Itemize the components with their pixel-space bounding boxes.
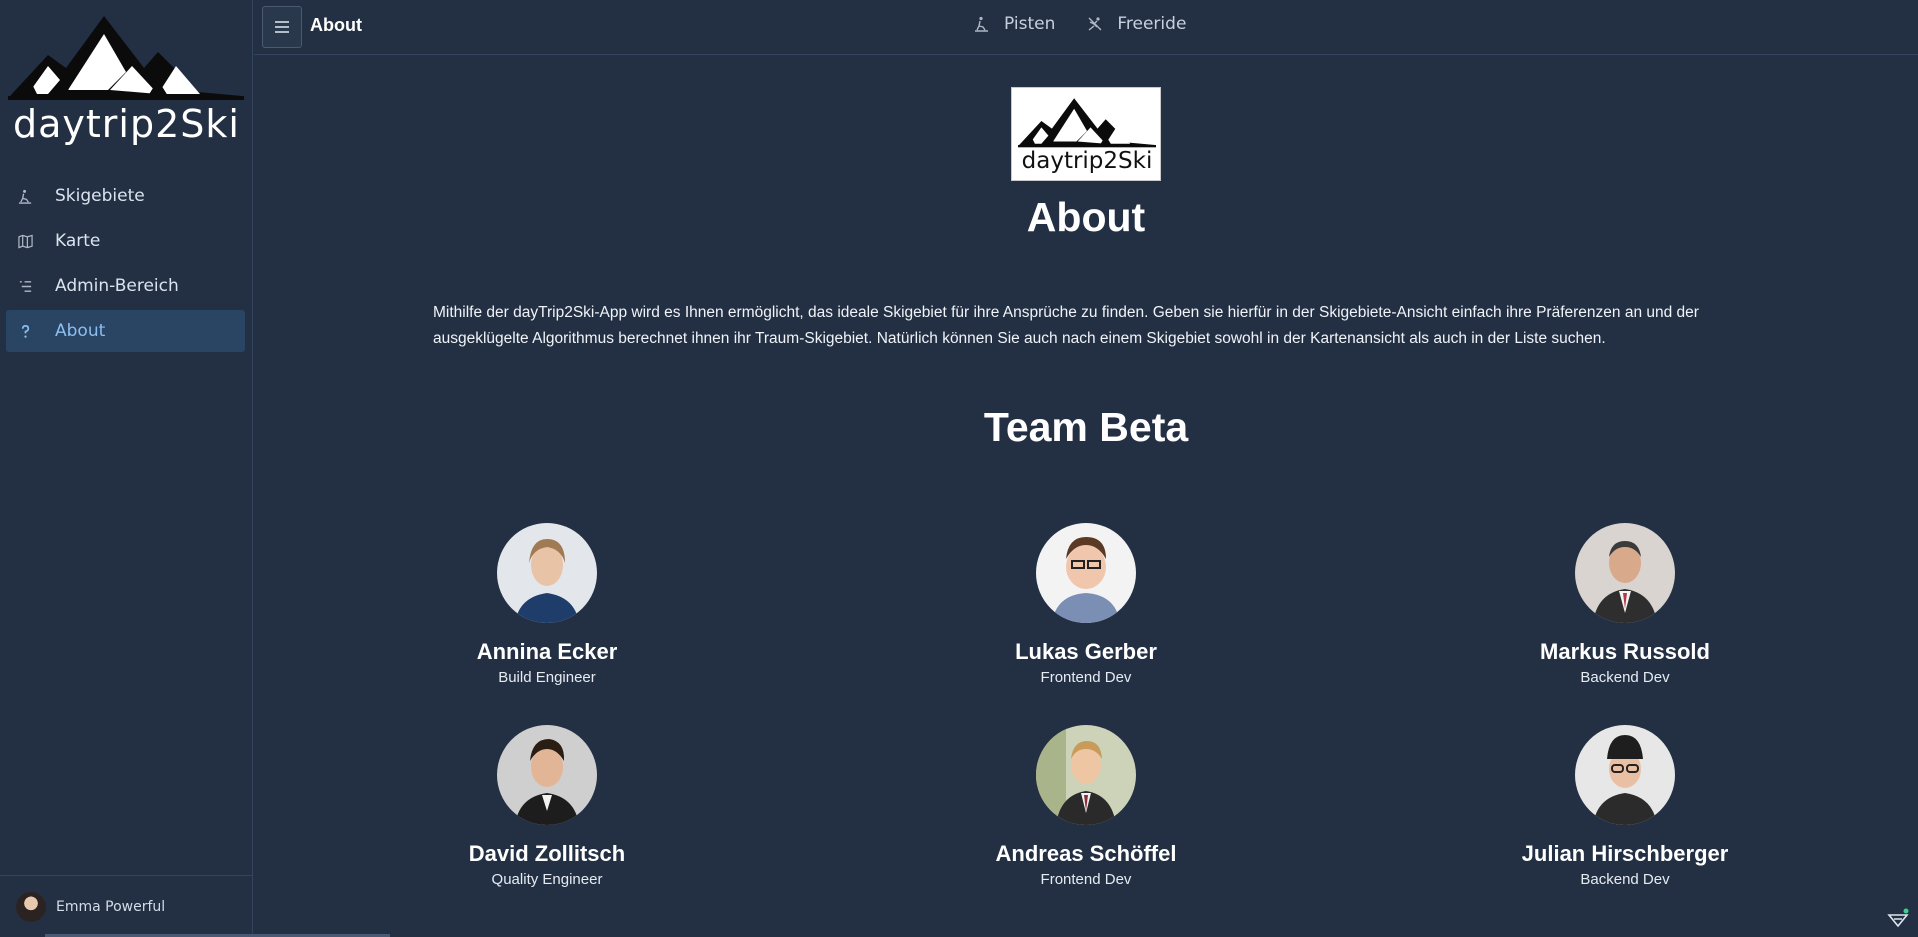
sidebar-item-label: About [55, 321, 106, 341]
sidebar-item-skigebiete[interactable]: Skigebiete [6, 175, 245, 217]
sidebar-item-karte[interactable]: Karte [6, 220, 245, 262]
app-logo: daytrip2Ski [1011, 87, 1161, 181]
intro-text: Mithilfe der dayTrip2Ski-App wird es Ihn… [433, 304, 1699, 347]
sidebar-nav: Skigebiete Karte Admin-Bereich About [6, 175, 245, 355]
member-name: Lukas Gerber [1015, 639, 1157, 664]
top-link-freeride[interactable]: Freeride [1087, 14, 1186, 34]
page-title: About [1026, 194, 1146, 240]
top-link-label: Pisten [1004, 14, 1056, 34]
sidebar-item-about[interactable]: About [6, 310, 245, 352]
list-icon [16, 277, 34, 295]
team-member-card: Andreas Schöffel Frontend Dev [936, 725, 1236, 888]
sidebar-item-label: Admin-Bereich [55, 276, 179, 296]
skier-icon [16, 187, 34, 205]
member-name: Annina Ecker [476, 639, 618, 664]
member-role: Backend Dev [1580, 669, 1670, 686]
member-role: Quality Engineer [491, 871, 603, 888]
mountain-logo-icon [8, 16, 244, 100]
top-link-pisten[interactable]: Pisten [974, 14, 1055, 34]
team-member-card: Julian Hirschberger Backend Dev [1475, 725, 1775, 888]
team-member-card: David Zollitsch Quality Engineer [397, 725, 697, 888]
user-name: Emma Powerful [56, 898, 166, 915]
sidebar: daytrip2Ski Skigebiete Karte Admin-Berei… [0, 0, 253, 937]
sidebar-item-admin-bereich[interactable]: Admin-Bereich [6, 265, 245, 307]
avatar [16, 891, 46, 922]
member-photo [497, 523, 597, 623]
member-name: Julian Hirschberger [1521, 841, 1729, 866]
member-name: Markus Russold [1540, 639, 1710, 664]
top-link-label: Freeride [1117, 14, 1187, 34]
member-photo [1575, 523, 1675, 623]
logo-text: daytrip2Ski [1021, 148, 1153, 174]
member-role: Backend Dev [1580, 871, 1670, 888]
member-name: Andreas Schöffel [995, 841, 1177, 866]
brand-name: daytrip2Ski [13, 102, 240, 146]
member-photo [1575, 725, 1675, 825]
member-name: David Zollitsch [468, 841, 626, 866]
member-role: Frontend Dev [1040, 669, 1132, 686]
member-photo [497, 725, 597, 825]
map-icon [16, 232, 34, 250]
top-nav: Pisten Freeride [974, 14, 1218, 34]
member-role: Build Engineer [498, 669, 596, 686]
mountain-logo-icon [1018, 98, 1156, 148]
team-member-card: Lukas Gerber Frontend Dev [936, 523, 1236, 686]
member-role: Frontend Dev [1040, 871, 1132, 888]
page-header-title: About [310, 15, 362, 35]
member-photo [1036, 725, 1136, 825]
sidebar-item-label: Skigebiete [55, 186, 145, 206]
team-member-card: Markus Russold Backend Dev [1475, 523, 1775, 686]
brand[interactable]: daytrip2Ski [0, 0, 253, 160]
freeride-icon [1088, 17, 1102, 31]
user-profile[interactable]: Emma Powerful [0, 875, 253, 937]
notification-icon[interactable] [1886, 907, 1910, 929]
hamburger-icon [275, 21, 289, 33]
member-photo [1036, 523, 1136, 623]
main-content: daytrip2Ski About Mithilfe der dayTrip2S… [254, 56, 1918, 937]
team-title: Team Beta [983, 404, 1189, 450]
skiing-icon [975, 16, 988, 32]
team-member-card: Annina Ecker Build Engineer [397, 523, 697, 686]
top-bar: About Pisten Freeride [254, 0, 1918, 55]
sidebar-item-label: Karte [55, 231, 101, 251]
question-icon [16, 322, 34, 340]
menu-toggle-button[interactable] [262, 6, 302, 48]
